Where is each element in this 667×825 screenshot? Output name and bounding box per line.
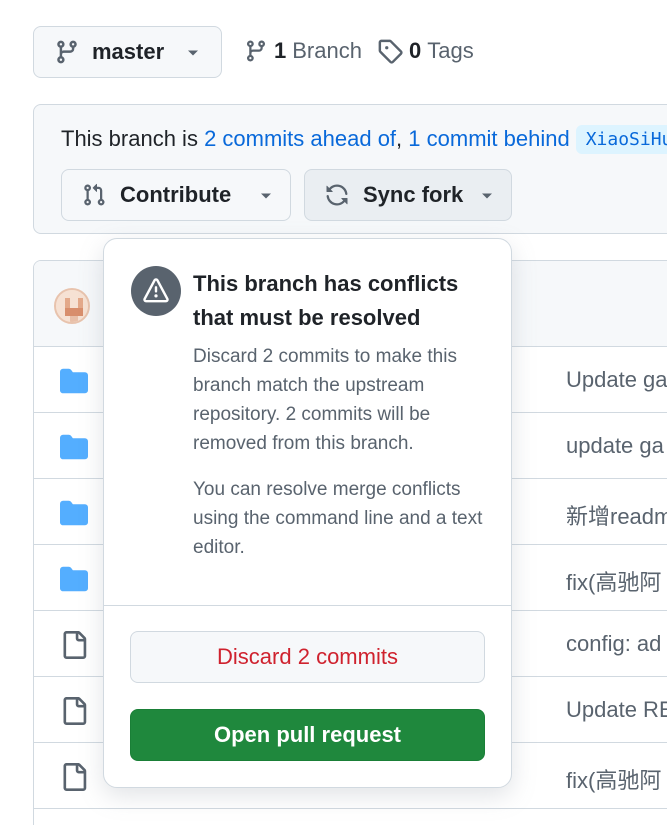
- git-branch-icon: [57, 40, 77, 64]
- popover-title: This branch has conflicts that must be r…: [193, 271, 459, 330]
- contribute-label: Contribute: [120, 182, 232, 207]
- branch-name: master: [92, 39, 165, 64]
- sync-fork-label: Sync fork: [363, 182, 464, 207]
- alert-icon-badge: [131, 266, 181, 316]
- popover-note: You can resolve merge conflicts using th…: [193, 479, 483, 558]
- branches-link[interactable]: 1 Branch: [244, 38, 362, 64]
- folder-icon: [60, 566, 88, 592]
- folder-icon: [60, 434, 88, 460]
- git-branch-icon: [246, 40, 265, 62]
- divider: [104, 605, 511, 606]
- repo-page: master 1 Branch 0 Tags This branch is 2 …: [0, 0, 667, 825]
- file-icon: [63, 763, 87, 791]
- avatar-image: [56, 290, 88, 322]
- commit-message-link[interactable]: fix(高驰阿: [566, 565, 661, 597]
- branch-count-label: Branch: [292, 38, 362, 63]
- tag-icon: [378, 39, 403, 64]
- branch-count: 1: [274, 38, 287, 63]
- file-icon: [63, 631, 87, 659]
- fork-status-text: This branch is 2 commits ahead of, 1 com…: [61, 125, 667, 154]
- sync-fork-popover: This branch has conflicts that must be r…: [103, 238, 512, 788]
- commits-ahead-link[interactable]: 2 commits ahead of: [204, 126, 396, 151]
- folder-icon: [60, 500, 88, 526]
- tags-link[interactable]: 0 Tags: [377, 38, 474, 64]
- tag-count-label: Tags: [427, 38, 474, 63]
- discard-commits-button[interactable]: Discard 2 commits: [130, 631, 485, 683]
- branch-selector-button[interactable]: master: [33, 26, 222, 78]
- open-pull-request-button[interactable]: Open pull request: [130, 709, 485, 761]
- commits-behind-link[interactable]: 1 commit behind: [408, 126, 569, 151]
- fork-status-box: This branch is 2 commits ahead of, 1 com…: [33, 104, 667, 234]
- fork-status-separator: ,: [396, 126, 409, 151]
- commit-message-link[interactable]: update ga: [566, 433, 664, 459]
- commit-message-link[interactable]: fix(高驰阿: [566, 763, 661, 795]
- upstream-repo-chip[interactable]: XiaoSiHu: [575, 125, 667, 154]
- tag-count: 0: [409, 38, 422, 63]
- sync-fork-button[interactable]: Sync fork: [304, 169, 512, 221]
- fork-status-prefix: This branch is: [61, 126, 205, 151]
- commit-message-link[interactable]: 新增readm: [566, 499, 667, 531]
- chevron-down-icon: [261, 193, 271, 199]
- commit-message-link[interactable]: Update RE: [566, 697, 667, 723]
- alert-icon: [143, 278, 169, 303]
- commit-message-link[interactable]: Update ga: [566, 367, 667, 393]
- contribute-button[interactable]: Contribute: [61, 169, 291, 221]
- popover-description: Discard 2 commits to make this branch ma…: [193, 346, 457, 454]
- avatar[interactable]: [54, 288, 90, 324]
- chevron-down-icon: [188, 50, 198, 56]
- git-pull-request-icon: [84, 183, 105, 206]
- commit-message-link[interactable]: config: ad: [566, 631, 661, 657]
- file-icon: [63, 697, 87, 725]
- chevron-down-icon: [482, 193, 492, 199]
- folder-icon: [60, 368, 88, 394]
- sync-icon: [326, 184, 348, 206]
